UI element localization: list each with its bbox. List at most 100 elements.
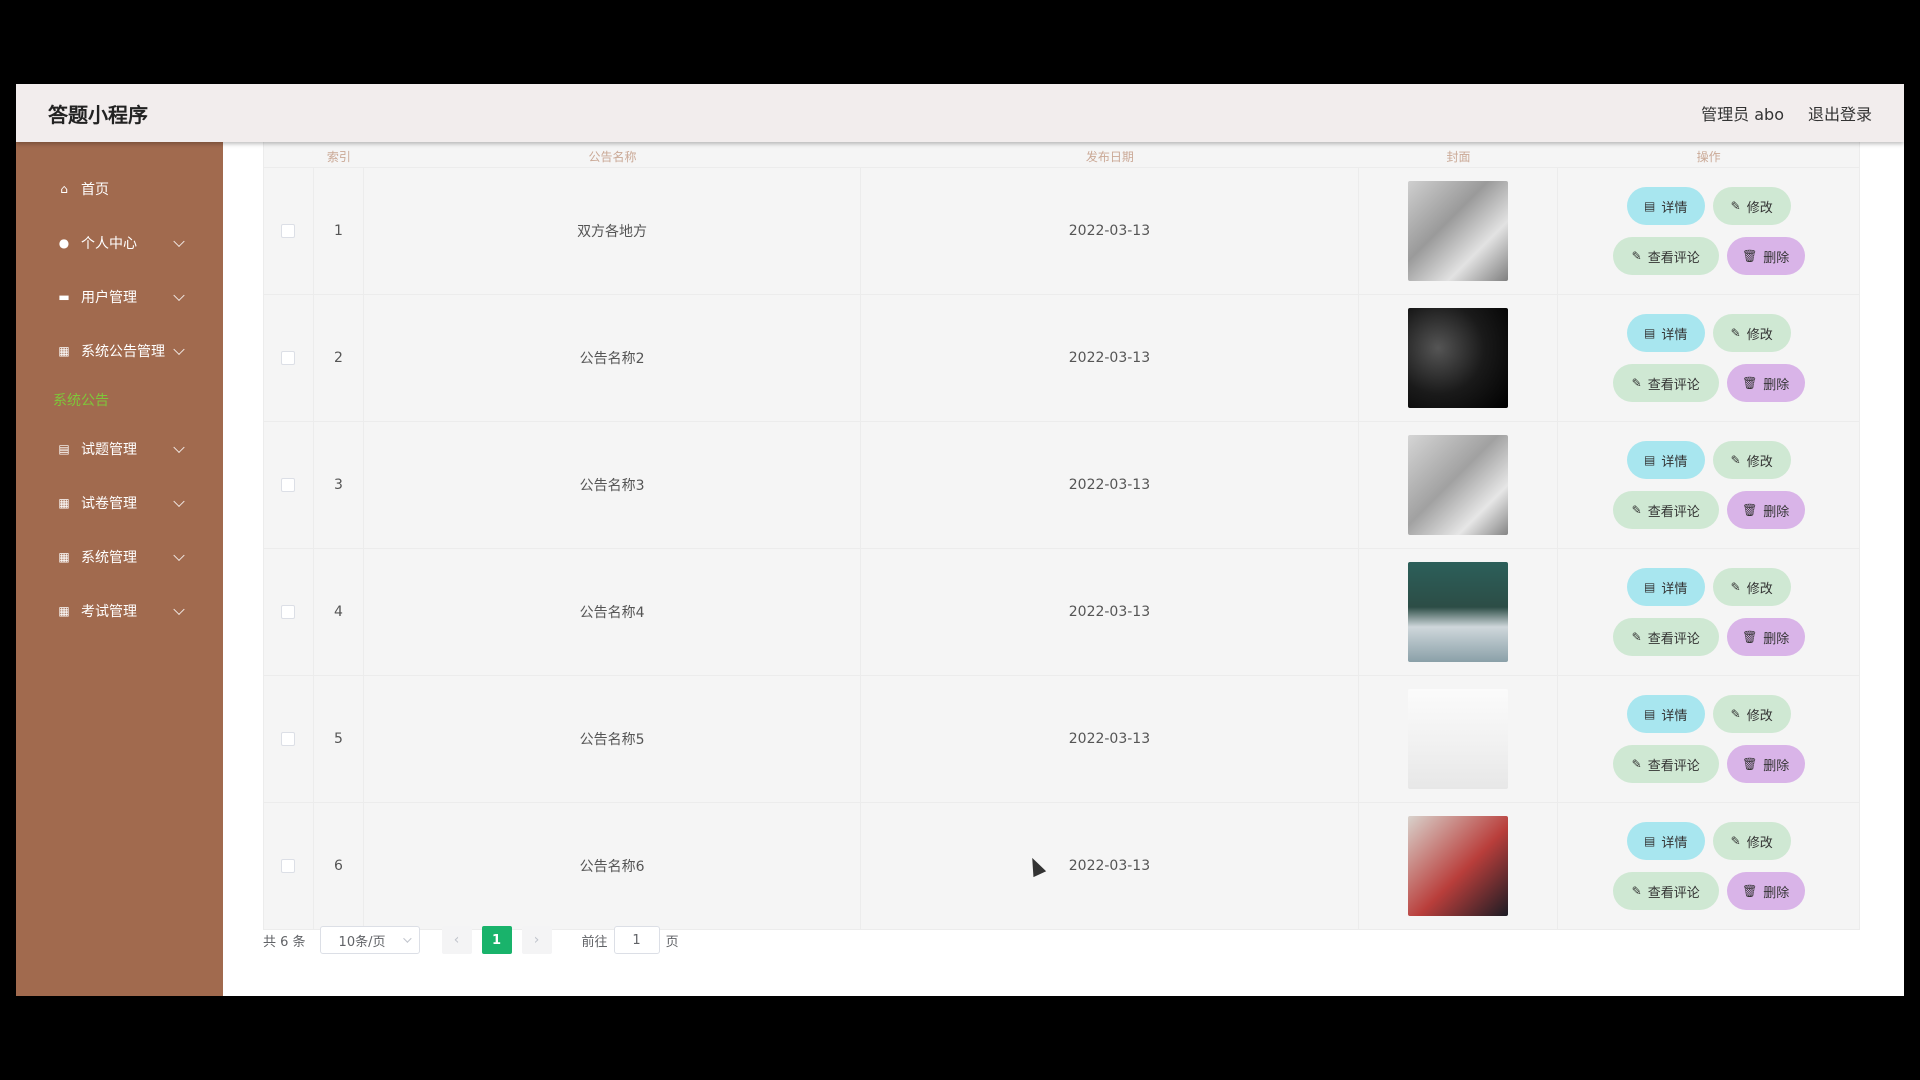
view-comments-button[interactable]: ✎ 查看评论: [1612, 872, 1719, 910]
sidebar-item-items20[interactable]: ▤ 试题管理: [16, 422, 223, 476]
header-checkbox[interactable]: [264, 142, 314, 167]
cover-image[interactable]: [1408, 689, 1508, 789]
view-comments-button[interactable]: ✎ 查看评论: [1612, 237, 1719, 275]
button-label: 修改: [1746, 835, 1773, 851]
sidebar-item-items22[interactable]: ▦ 系统管理: [16, 530, 223, 584]
table-row: 4 公告名称4 2022-03-13 ▤ 详情 ✎ 修改 ✎ 查看评论 🗑 删除: [264, 549, 1859, 676]
detail-button[interactable]: ▤ 详情: [1626, 695, 1705, 733]
row-checkbox[interactable]: [281, 732, 296, 746]
cover-image[interactable]: [1408, 435, 1508, 535]
button-label: 删除: [1763, 250, 1790, 266]
row-date: 2022-03-13: [861, 549, 1359, 675]
header-name[interactable]: 公告名称: [364, 142, 861, 167]
row-cover-cell: [1359, 168, 1559, 294]
delete-button[interactable]: 🗑 删除: [1726, 872, 1805, 910]
detail-button[interactable]: ▤ 详情: [1626, 187, 1705, 225]
chevron-down-icon: [173, 289, 185, 302]
row-name: 公告名称3: [364, 422, 862, 548]
view-comments-button[interactable]: ✎ 查看评论: [1612, 364, 1719, 402]
header-index: 索引: [326, 150, 351, 164]
sidebar-item-label: 系统管理: [81, 550, 137, 566]
view-comments-button[interactable]: ✎ 查看评论: [1612, 491, 1719, 529]
detail-button[interactable]: ▤ 详情: [1626, 314, 1705, 352]
clipboard-icon: ▤: [58, 442, 70, 456]
button-label: 删除: [1763, 377, 1790, 393]
document-icon: ▤: [1644, 707, 1656, 721]
detail-button[interactable]: ▤ 详情: [1626, 441, 1705, 479]
app-title: 答题小程序: [48, 102, 148, 127]
detail-button[interactable]: ▤ 详情: [1626, 822, 1705, 860]
button-label: 详情: [1661, 708, 1688, 724]
row-cover-cell: [1359, 803, 1559, 929]
sidebar-item-items1[interactable]: ● 个人中心: [16, 216, 223, 270]
edit-button[interactable]: ✎ 修改: [1712, 187, 1791, 225]
sidebar-item-items2[interactable]: ▬ 用户管理: [16, 270, 223, 324]
cover-image[interactable]: [1408, 816, 1508, 916]
edit-button[interactable]: ✎ 修改: [1712, 314, 1791, 352]
page-number-current[interactable]: 1: [481, 926, 512, 954]
action-row: ▤ 详情 ✎ 修改: [1626, 695, 1791, 733]
goto-page: 前往 1 页: [582, 926, 679, 954]
delete-button[interactable]: 🗑 删除: [1726, 745, 1805, 783]
cover-image[interactable]: [1408, 308, 1508, 408]
action-row: ✎ 查看评论 🗑 删除: [1612, 618, 1805, 656]
action-row: ▤ 详情 ✎ 修改: [1626, 568, 1791, 606]
sidebar-item-items21[interactable]: ▦ 试卷管理: [16, 476, 223, 530]
header-cover[interactable]: 封面: [1359, 142, 1559, 167]
row-checkbox-cell: [264, 168, 314, 294]
row-checkbox[interactable]: [281, 478, 296, 492]
sidebar-item-items0[interactable]: ⌂ 首页: [16, 162, 223, 216]
row-checkbox[interactable]: [281, 605, 296, 619]
grid-icon: ▦: [58, 550, 70, 564]
edit-button[interactable]: ✎ 修改: [1712, 568, 1791, 606]
row-name: 公告名称5: [364, 676, 862, 802]
pencil-icon: ✎: [1631, 757, 1642, 771]
row-checkbox[interactable]: [281, 351, 296, 365]
row-name: 公告名称2: [364, 295, 862, 421]
chevron-down-icon: [173, 603, 185, 616]
button-label: 详情: [1661, 454, 1688, 470]
page-size-select[interactable]: 10条/页: [319, 926, 420, 954]
chevron-down-icon: [173, 549, 185, 562]
action-row: ✎ 查看评论 🗑 删除: [1612, 364, 1805, 402]
button-label: 详情: [1661, 327, 1688, 343]
row-name: 双方各地方: [364, 168, 862, 294]
delete-button[interactable]: 🗑 删除: [1726, 364, 1805, 402]
edit-button[interactable]: ✎ 修改: [1712, 822, 1791, 860]
action-row: ▤ 详情 ✎ 修改: [1626, 441, 1791, 479]
detail-button[interactable]: ▤ 详情: [1626, 568, 1705, 606]
delete-button[interactable]: 🗑 删除: [1726, 237, 1805, 275]
next-page-button[interactable]: ›: [521, 926, 552, 954]
view-comments-button[interactable]: ✎ 查看评论: [1612, 618, 1719, 656]
button-label: 查看评论: [1647, 631, 1700, 647]
header-date[interactable]: 发布日期: [861, 142, 1358, 167]
row-actions: ▤ 详情 ✎ 修改 ✎ 查看评论 🗑 删除: [1558, 295, 1859, 421]
action-row: ▤ 详情 ✎ 修改: [1626, 822, 1791, 860]
prev-page-button[interactable]: ‹: [441, 926, 472, 954]
goto-suffix: 页: [665, 934, 679, 950]
goto-page-input[interactable]: 1: [613, 926, 660, 954]
logout-link[interactable]: 退出登录: [1808, 101, 1872, 125]
top-header: 答题小程序 管理员 abo 退出登录: [16, 84, 1904, 142]
sidebar-item-label: 试卷管理: [81, 496, 137, 512]
sidebar-item-items23[interactable]: ▦ 考试管理: [16, 584, 223, 638]
delete-button[interactable]: 🗑 删除: [1726, 618, 1805, 656]
sidebar-subitem-system-notice[interactable]: 系统公告: [16, 378, 223, 422]
sidebar-item-items3[interactable]: ▦ 系统公告管理: [16, 324, 223, 378]
delete-button[interactable]: 🗑 删除: [1726, 491, 1805, 529]
row-checkbox[interactable]: [281, 859, 296, 873]
pencil-icon: ✎: [1631, 884, 1642, 898]
pencil-icon: ✎: [1631, 249, 1642, 263]
pencil-icon: ✎: [1631, 503, 1642, 517]
row-index: 2: [314, 295, 364, 421]
view-comments-button[interactable]: ✎ 查看评论: [1612, 745, 1719, 783]
current-user: 管理员 abo: [1701, 105, 1784, 124]
cover-image[interactable]: [1408, 181, 1508, 281]
cover-image[interactable]: [1408, 562, 1508, 662]
edit-button[interactable]: ✎ 修改: [1712, 695, 1791, 733]
button-label: 详情: [1661, 835, 1688, 851]
pencil-icon: ✎: [1730, 453, 1741, 467]
button-label: 查看评论: [1647, 250, 1700, 266]
row-checkbox[interactable]: [281, 224, 296, 238]
edit-button[interactable]: ✎ 修改: [1712, 441, 1791, 479]
